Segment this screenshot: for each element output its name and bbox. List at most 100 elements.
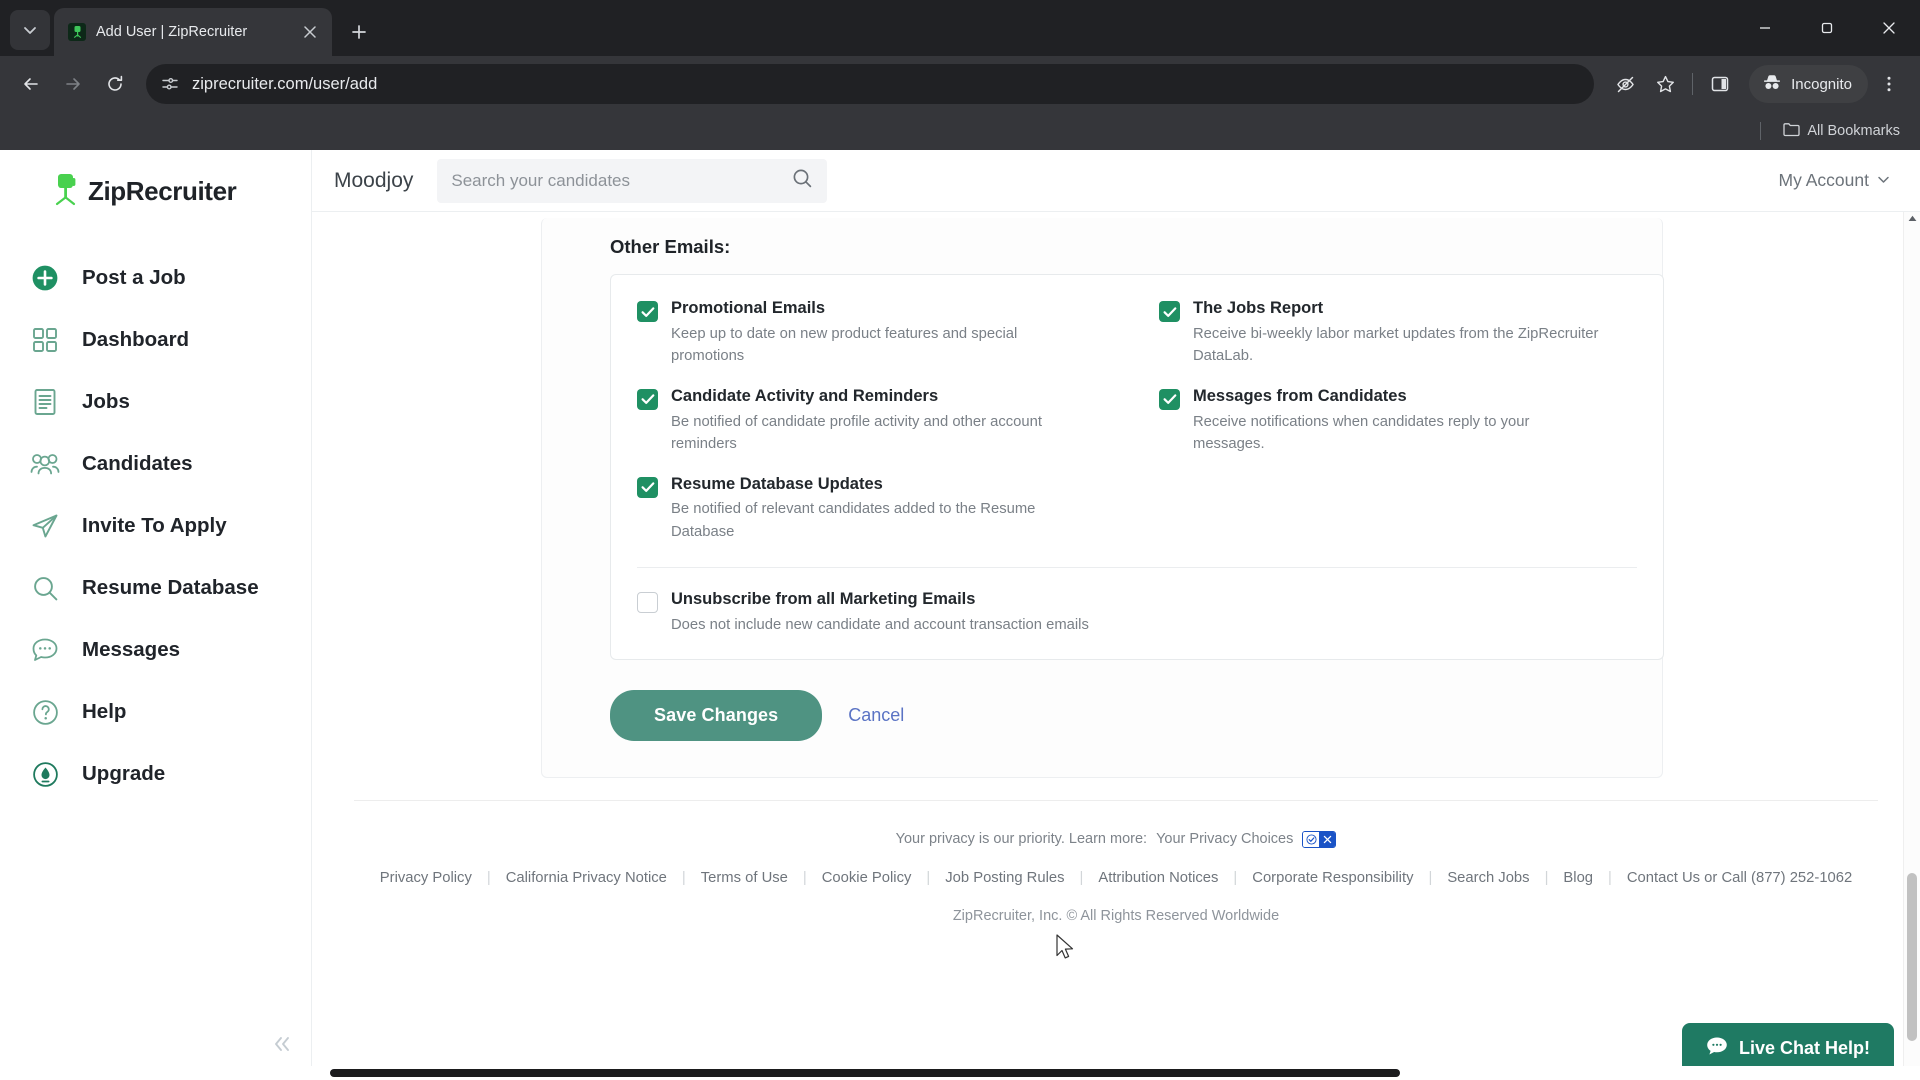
- incognito-indicator[interactable]: Incognito: [1749, 65, 1868, 103]
- side-panel-icon[interactable]: [1701, 65, 1739, 103]
- maximize-icon[interactable]: [1796, 0, 1858, 56]
- address-bar[interactable]: ziprecruiter.com/user/add: [146, 64, 1595, 104]
- preference-label: Promotional Emails: [671, 299, 826, 317]
- footer-link[interactable]: Terms of Use: [686, 870, 803, 886]
- my-account-menu[interactable]: My Account: [1779, 170, 1890, 191]
- footer-link[interactable]: Blog: [1548, 870, 1608, 886]
- back-arrow-icon[interactable]: [12, 65, 50, 103]
- document-lines-icon: [28, 385, 62, 419]
- sidebar-item-help[interactable]: Help: [0, 681, 311, 743]
- ziprecruiter-chair-logo: [52, 172, 82, 211]
- up-arrow-circle-icon: [28, 757, 62, 791]
- vertical-scroll-thumb[interactable]: [1907, 872, 1917, 1041]
- sidebar-item-invite-to-apply[interactable]: Invite To Apply: [0, 495, 311, 557]
- settings-card: Other Emails: Promotional Emails Keep up…: [541, 218, 1664, 778]
- preference-label: The Jobs Report: [1193, 299, 1324, 317]
- footer-link[interactable]: Attribution Notices: [1083, 870, 1233, 886]
- checkbox-messages-from-candidates[interactable]: [1159, 388, 1180, 410]
- sidebar-item-label: Invite To Apply: [82, 514, 227, 537]
- site-settings-icon[interactable]: [160, 74, 180, 94]
- chevron-down-icon: [24, 27, 36, 34]
- grid-spacer: [1159, 475, 1637, 563]
- preference-row[interactable]: Promotional Emails Keep up to date on ne…: [637, 299, 1115, 387]
- brand-name: ZipRecruiter: [88, 176, 237, 206]
- footer-links: Privacy Policy | California Privacy Notic…: [312, 848, 1920, 886]
- vertical-scroll-track[interactable]: [1907, 226, 1917, 1066]
- sidebar-item-dashboard[interactable]: Dashboard: [0, 309, 311, 371]
- footer-link[interactable]: Job Posting Rules: [930, 870, 1079, 886]
- url-text: ziprecruiter.com/user/add: [192, 74, 378, 93]
- sidebar-item-upgrade[interactable]: Upgrade: [0, 743, 311, 805]
- footer-link[interactable]: California Privacy Notice: [491, 870, 682, 886]
- unsubscribe-row[interactable]: Unsubscribe from all Marketing Emails Do…: [637, 590, 1637, 636]
- checkbox-unsubscribe-from-all-marketing-emails[interactable]: [637, 592, 658, 614]
- horizontal-scrollbar[interactable]: [0, 1066, 1920, 1080]
- all-bookmarks-button[interactable]: All Bookmarks: [1777, 118, 1906, 145]
- your-privacy-choices-link[interactable]: Your Privacy Choices: [1156, 831, 1293, 847]
- page-viewport: ZipRecruiter Post a Job Dashboard Jobs C…: [0, 150, 1920, 1080]
- checkbox-the-jobs-report[interactable]: [1159, 301, 1180, 322]
- save-changes-button[interactable]: Save Changes: [610, 689, 823, 741]
- preference-description: Receive notifications when candidates re…: [1193, 413, 1530, 453]
- browser-window: Add User | ZipRecruiter ziprecruiter.com…: [0, 0, 1920, 1080]
- preference-row[interactable]: The Jobs Report Receive bi-weekly labor …: [1159, 299, 1637, 387]
- forward-arrow-icon: [54, 65, 92, 103]
- brand-logo[interactable]: ZipRecruiter: [0, 150, 311, 221]
- toolbar-divider: [1692, 73, 1694, 95]
- folder-icon: [1783, 122, 1800, 141]
- browser-tab[interactable]: Add User | ZipRecruiter: [54, 8, 332, 56]
- star-icon[interactable]: [1646, 65, 1684, 103]
- sidebar-item-label: Help: [82, 700, 127, 723]
- preference-row[interactable]: Messages from Candidates Receive notific…: [1159, 387, 1637, 475]
- vertical-scrollbar[interactable]: [1903, 212, 1920, 1080]
- preference-description: Be notified of relevant candidates added…: [671, 501, 1036, 540]
- checkbox-promotional-emails[interactable]: [637, 301, 658, 322]
- sidebar-item-messages[interactable]: Messages: [0, 619, 311, 681]
- checkbox-candidate-activity-and-reminders[interactable]: [637, 388, 658, 410]
- tab-title: Add User | ZipRecruiter: [96, 24, 248, 40]
- tab-search-button[interactable]: [10, 10, 50, 50]
- scroll-up-arrow-icon[interactable]: [1908, 215, 1917, 224]
- sidebar-item-jobs[interactable]: Jobs: [0, 371, 311, 433]
- footer-link[interactable]: Corporate Responsibility: [1237, 870, 1428, 886]
- cancel-link[interactable]: Cancel: [848, 705, 904, 726]
- footer-link[interactable]: Privacy Policy: [365, 870, 487, 886]
- bookmarks-divider: [1760, 122, 1762, 140]
- sidebar-nav: Post a Job Dashboard Jobs Candidates Inv…: [0, 247, 311, 805]
- chat-bubble-icon: [28, 633, 62, 667]
- minimize-icon[interactable]: [1734, 0, 1796, 56]
- horizontal-scroll-thumb[interactable]: [330, 1069, 1400, 1077]
- unsubscribe-label: Unsubscribe from all Marketing Emails: [671, 590, 976, 609]
- kebab-menu-icon[interactable]: [1870, 65, 1908, 103]
- close-icon[interactable]: [298, 20, 322, 44]
- main-column: Moodjoy Search your candidates My Accoun…: [312, 150, 1920, 1080]
- checkbox-resume-database-updates[interactable]: [637, 476, 658, 498]
- ziprecruiter-favicon: [68, 23, 86, 41]
- paper-plane-icon: [28, 509, 62, 543]
- copyright-text: ZipRecruiter, Inc. © All Rights Reserved…: [952, 907, 1280, 924]
- sidebar-item-resume-database[interactable]: Resume Database: [0, 557, 311, 619]
- sidebar-item-label: Resume Database: [82, 576, 259, 599]
- search-icon[interactable]: [792, 168, 813, 194]
- window-close-icon[interactable]: [1858, 0, 1920, 56]
- sidebar-item-candidates[interactable]: Candidates: [0, 433, 311, 495]
- footer-link[interactable]: Contact Us or Call (877) 252-1062: [1612, 870, 1867, 886]
- sidebar-item-label: Jobs: [82, 390, 130, 413]
- toolbar-actions: Incognito: [1606, 65, 1908, 103]
- form-actions: Save Changes Cancel: [610, 689, 1628, 741]
- preference-row[interactable]: Resume Database Updates Be notified of r…: [637, 475, 1115, 563]
- new-tab-button[interactable]: [342, 15, 376, 49]
- search-input[interactable]: Search your candidates: [437, 158, 828, 203]
- footer-link[interactable]: Search Jobs: [1432, 870, 1544, 886]
- search-placeholder: Search your candidates: [451, 170, 630, 190]
- privacy-row: Your privacy is our priority. Learn more…: [312, 801, 1920, 848]
- footer-link[interactable]: Cookie Policy: [807, 870, 927, 886]
- reload-icon[interactable]: [96, 65, 134, 103]
- preference-label: Resume Database Updates: [671, 474, 883, 493]
- double-chevron-left-icon[interactable]: [268, 1030, 296, 1058]
- eye-off-icon[interactable]: [1606, 65, 1644, 103]
- privacy-choices-badge[interactable]: [1302, 830, 1337, 848]
- page-scroll-area: Other Emails: Promotional Emails Keep up…: [312, 212, 1920, 1080]
- preference-row[interactable]: Candidate Activity and Reminders Be noti…: [637, 387, 1115, 475]
- sidebar-item-post-a-job[interactable]: Post a Job: [0, 247, 311, 309]
